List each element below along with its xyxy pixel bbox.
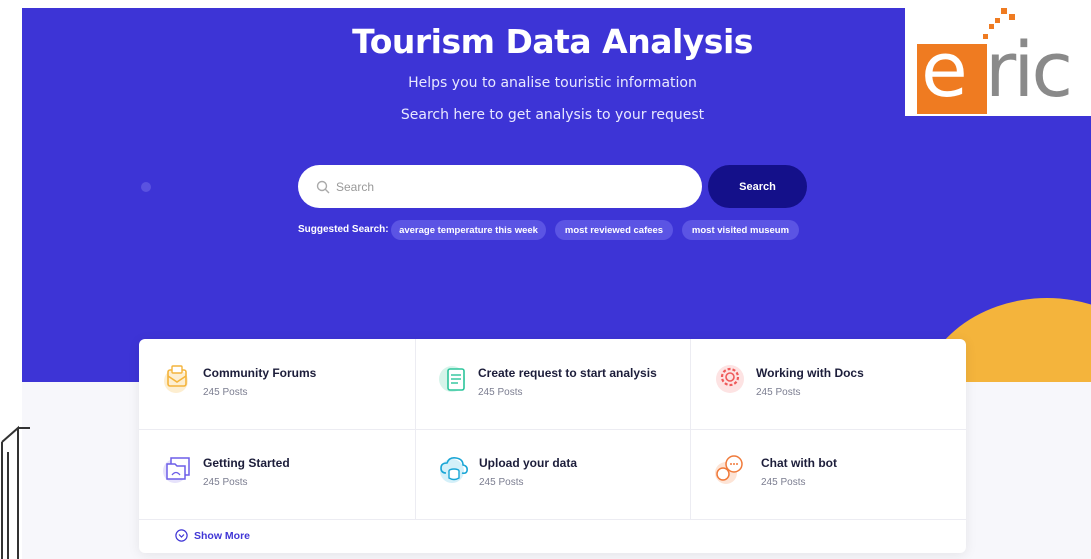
- decorative-dot: [141, 182, 151, 192]
- cloud-database-icon: [440, 457, 468, 483]
- category-name: Getting Started: [203, 456, 290, 470]
- category-post-count: 245 Posts: [203, 387, 248, 398]
- document-icon: [439, 366, 465, 392]
- suggested-search-label: Suggested Search:: [298, 224, 389, 235]
- decorative-outline-graphic: [1, 425, 30, 559]
- category-post-count: 245 Posts: [203, 477, 248, 488]
- category-getting-started[interactable]: Getting Started 245 Posts: [139, 429, 414, 519]
- category-upload-your-data[interactable]: Upload your data 245 Posts: [415, 429, 690, 519]
- category-post-count: 245 Posts: [478, 387, 523, 398]
- eric-logo: e ric: [905, 8, 1091, 116]
- category-name: Create request to start analysis: [478, 366, 657, 380]
- logo-letter-e: e: [921, 25, 968, 114]
- search-icon: [316, 180, 330, 193]
- suggested-chip[interactable]: most visited museum: [682, 220, 799, 240]
- category-name: Upload your data: [479, 456, 578, 470]
- show-more-button[interactable]: Show More: [175, 529, 250, 542]
- category-working-with-docs[interactable]: Working with Docs 245 Posts: [690, 339, 965, 429]
- logo-letters-ric: ric: [985, 25, 1073, 114]
- category-create-request[interactable]: Create request to start analysis 245 Pos…: [415, 339, 690, 429]
- chevron-down-circle-icon: [175, 529, 188, 542]
- category-name: Chat with bot: [761, 456, 837, 470]
- categories-card: Community Forums 245 Posts Create reques…: [139, 339, 966, 553]
- suggested-chip[interactable]: average temperature this week: [391, 220, 546, 240]
- category-post-count: 245 Posts: [479, 477, 524, 488]
- search-input[interactable]: [336, 179, 676, 194]
- search-button[interactable]: Search: [708, 165, 807, 208]
- folder-icon: [163, 457, 190, 483]
- category-name: Working with Docs: [756, 366, 864, 380]
- gear-icon: [716, 365, 744, 393]
- chat-bubbles-icon: [715, 455, 743, 484]
- envelope-icon: [164, 365, 188, 393]
- suggested-chip[interactable]: most reviewed cafees: [555, 220, 673, 240]
- show-more-label: Show More: [194, 529, 251, 542]
- category-name: Community Forums: [203, 366, 317, 380]
- category-community-forums[interactable]: Community Forums 245 Posts: [139, 339, 414, 429]
- search-bar[interactable]: [298, 165, 702, 208]
- category-post-count: 245 Posts: [761, 477, 806, 488]
- category-chat-with-bot[interactable]: Chat with bot 245 Posts: [690, 429, 965, 519]
- category-post-count: 245 Posts: [756, 387, 801, 398]
